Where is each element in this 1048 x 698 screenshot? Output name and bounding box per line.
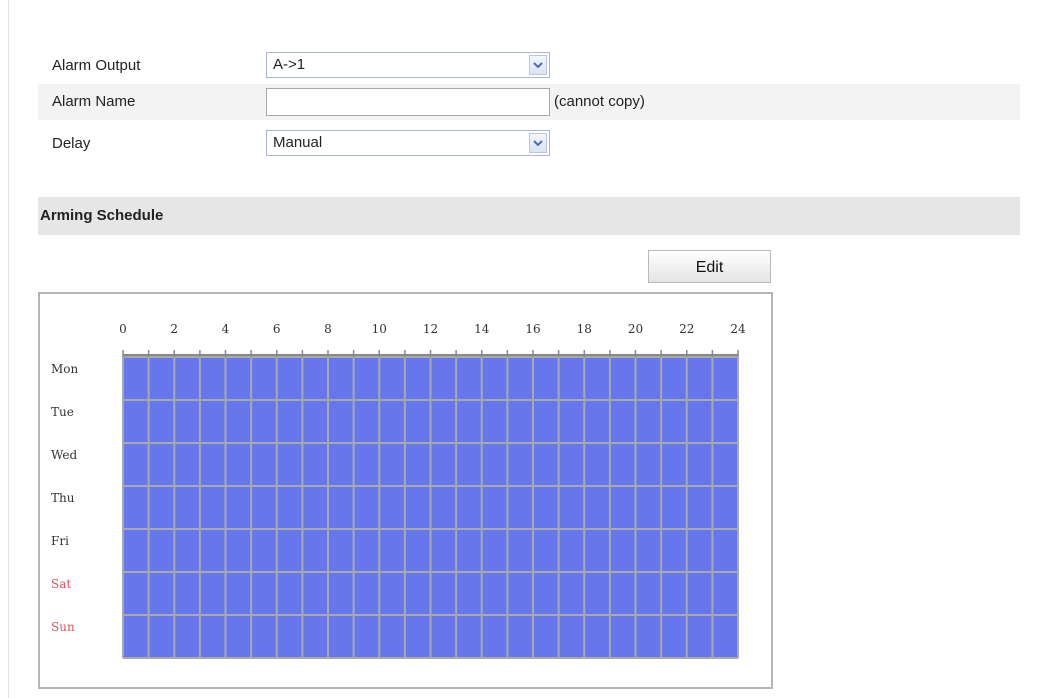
schedule-grid-frame[interactable]: 0 2 4 6 8 10 12 14 16 18 20 22 24 Mon Tue Wed Thu Fri Sat S… — [38, 292, 773, 689]
hour-label: 8 — [324, 322, 332, 336]
day-label-sat: Sat — [51, 577, 71, 591]
delay-label: Delay — [52, 135, 91, 152]
hour-label: 12 — [423, 322, 438, 336]
hour-label: 6 — [273, 322, 281, 336]
alarm-output-select[interactable]: A->1 — [266, 52, 550, 78]
hour-label: 2 — [170, 322, 178, 336]
chevron-down-icon — [533, 140, 543, 147]
hour-label: 22 — [679, 322, 694, 336]
arming-schedule-header: Arming Schedule — [38, 197, 1020, 235]
hour-label: 20 — [628, 322, 643, 336]
alarm-name-row: Alarm Name (cannot copy) — [38, 84, 1020, 120]
day-label-tue: Tue — [51, 405, 74, 419]
left-divider — [8, 0, 9, 698]
alarm-name-hint: (cannot copy) — [554, 93, 645, 110]
day-label-sun: Sun — [51, 620, 75, 634]
day-label-fri: Fri — [51, 534, 69, 548]
delay-row: Delay Manual — [38, 126, 1020, 162]
hour-label: 0 — [119, 322, 127, 336]
day-label-mon: Mon — [51, 362, 79, 376]
hour-label: 4 — [222, 322, 230, 336]
schedule-grid[interactable]: 0 2 4 6 8 10 12 14 16 18 20 22 24MonTueWedThuFriSatS… — [40, 294, 771, 687]
section-title: Arming Schedule — [40, 207, 164, 224]
alarm-output-row: Alarm Output A->1 — [38, 48, 1020, 84]
alarm-output-value: A->1 — [273, 56, 306, 73]
hour-label: 16 — [525, 322, 540, 336]
dropdown-arrow-button[interactable] — [529, 133, 547, 153]
hour-label: 18 — [577, 322, 592, 336]
delay-value: Manual — [273, 134, 323, 151]
day-label-thu: Thu — [51, 491, 75, 505]
dropdown-arrow-button[interactable] — [529, 55, 547, 75]
chevron-down-icon — [533, 62, 543, 69]
edit-button[interactable]: Edit — [648, 250, 771, 283]
delay-select[interactable]: Manual — [266, 130, 550, 156]
alarm-output-label: Alarm Output — [52, 57, 141, 74]
hour-label: 14 — [474, 322, 490, 336]
day-label-wed: Wed — [51, 448, 77, 462]
alarm-output-settings-page: Alarm Output A->1 Alarm Name (cannot cop… — [0, 0, 1048, 698]
hour-label: 24 — [730, 322, 746, 336]
alarm-name-label: Alarm Name — [52, 93, 136, 110]
alarm-name-input[interactable] — [266, 88, 550, 116]
hour-label: 10 — [372, 322, 387, 336]
